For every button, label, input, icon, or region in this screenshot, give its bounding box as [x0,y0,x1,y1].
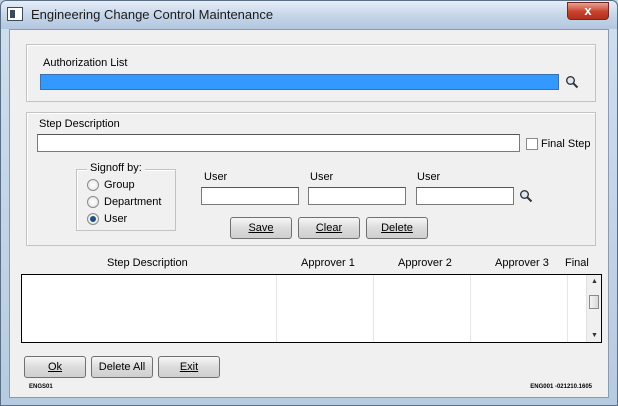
scroll-up-icon[interactable]: ▲ [587,278,602,285]
authorization-search-icon[interactable] [565,75,579,89]
col-approver-1[interactable]: Approver 1 [301,257,355,269]
clear-button-label: Clear [315,222,343,234]
save-button-label: Save [248,222,274,234]
delete-all-button[interactable]: Delete All [91,356,153,378]
grid-divider [373,275,374,342]
window-title: Engineering Change Control Maintenance [31,7,274,22]
user-2-input[interactable] [308,187,406,205]
grid-divider [567,275,568,342]
form-code-right: ENG001 -021210.1605 [530,384,592,390]
app-window: Engineering Change Control Maintenance x… [0,0,618,406]
user-1-input[interactable] [201,187,299,205]
step-description-input[interactable] [37,134,520,152]
user-3-input[interactable] [416,187,514,205]
grid-divider [276,275,277,342]
app-icon[interactable] [7,7,23,21]
user-3-label: User [417,171,441,183]
signoff-department-label: Department [104,196,162,208]
table-scrollbar[interactable]: ▲ ▼ [586,275,601,342]
col-approver-3[interactable]: Approver 3 [495,257,549,269]
delete-button-label: Delete [381,222,413,234]
signoff-department-radio[interactable] [87,196,99,208]
scroll-down-icon[interactable]: ▼ [587,332,602,339]
user-2-label: User [310,171,334,183]
close-button[interactable]: x [567,2,609,20]
col-approver-2[interactable]: Approver 2 [398,257,452,269]
exit-button-label: Exit [179,361,199,373]
exit-button[interactable]: Exit [158,356,220,378]
save-button[interactable]: Save [230,217,292,239]
signoff-group-label: Group [104,179,135,191]
delete-all-button-label: Delete All [98,361,146,373]
authorization-list-label: Authorization List [43,57,128,69]
signoff-user-radio[interactable] [87,213,99,225]
signoff-user-label: User [104,213,128,225]
col-final[interactable]: Final [565,257,589,269]
form-code-left: ENGS01 [29,384,53,390]
step-group: Step Description Final Step Signoff by: … [26,112,596,246]
scroll-thumb[interactable] [589,295,599,309]
signoff-group-radio[interactable] [87,179,99,191]
final-step-checkbox[interactable] [526,138,538,150]
clear-button[interactable]: Clear [298,217,360,239]
step-description-label: Step Description [39,118,120,130]
authorization-group: Authorization List [26,44,596,102]
signoff-by-label: Signoff by: [87,162,145,174]
ok-button[interactable]: Ok [24,356,86,378]
steps-table[interactable]: ▲ ▼ [21,274,602,343]
user-1-label: User [204,171,228,183]
col-step-description[interactable]: Step Description [107,257,188,269]
ok-button-label: Ok [47,361,63,373]
grid-divider [470,275,471,342]
delete-button[interactable]: Delete [366,217,428,239]
authorization-list-field[interactable] [40,74,559,90]
user-search-icon[interactable] [519,189,533,203]
final-step-label: Final Step [541,138,591,150]
client-area: Authorization List Step Description Fina… [9,29,609,398]
title-bar[interactable]: Engineering Change Control Maintenance x [1,1,617,29]
